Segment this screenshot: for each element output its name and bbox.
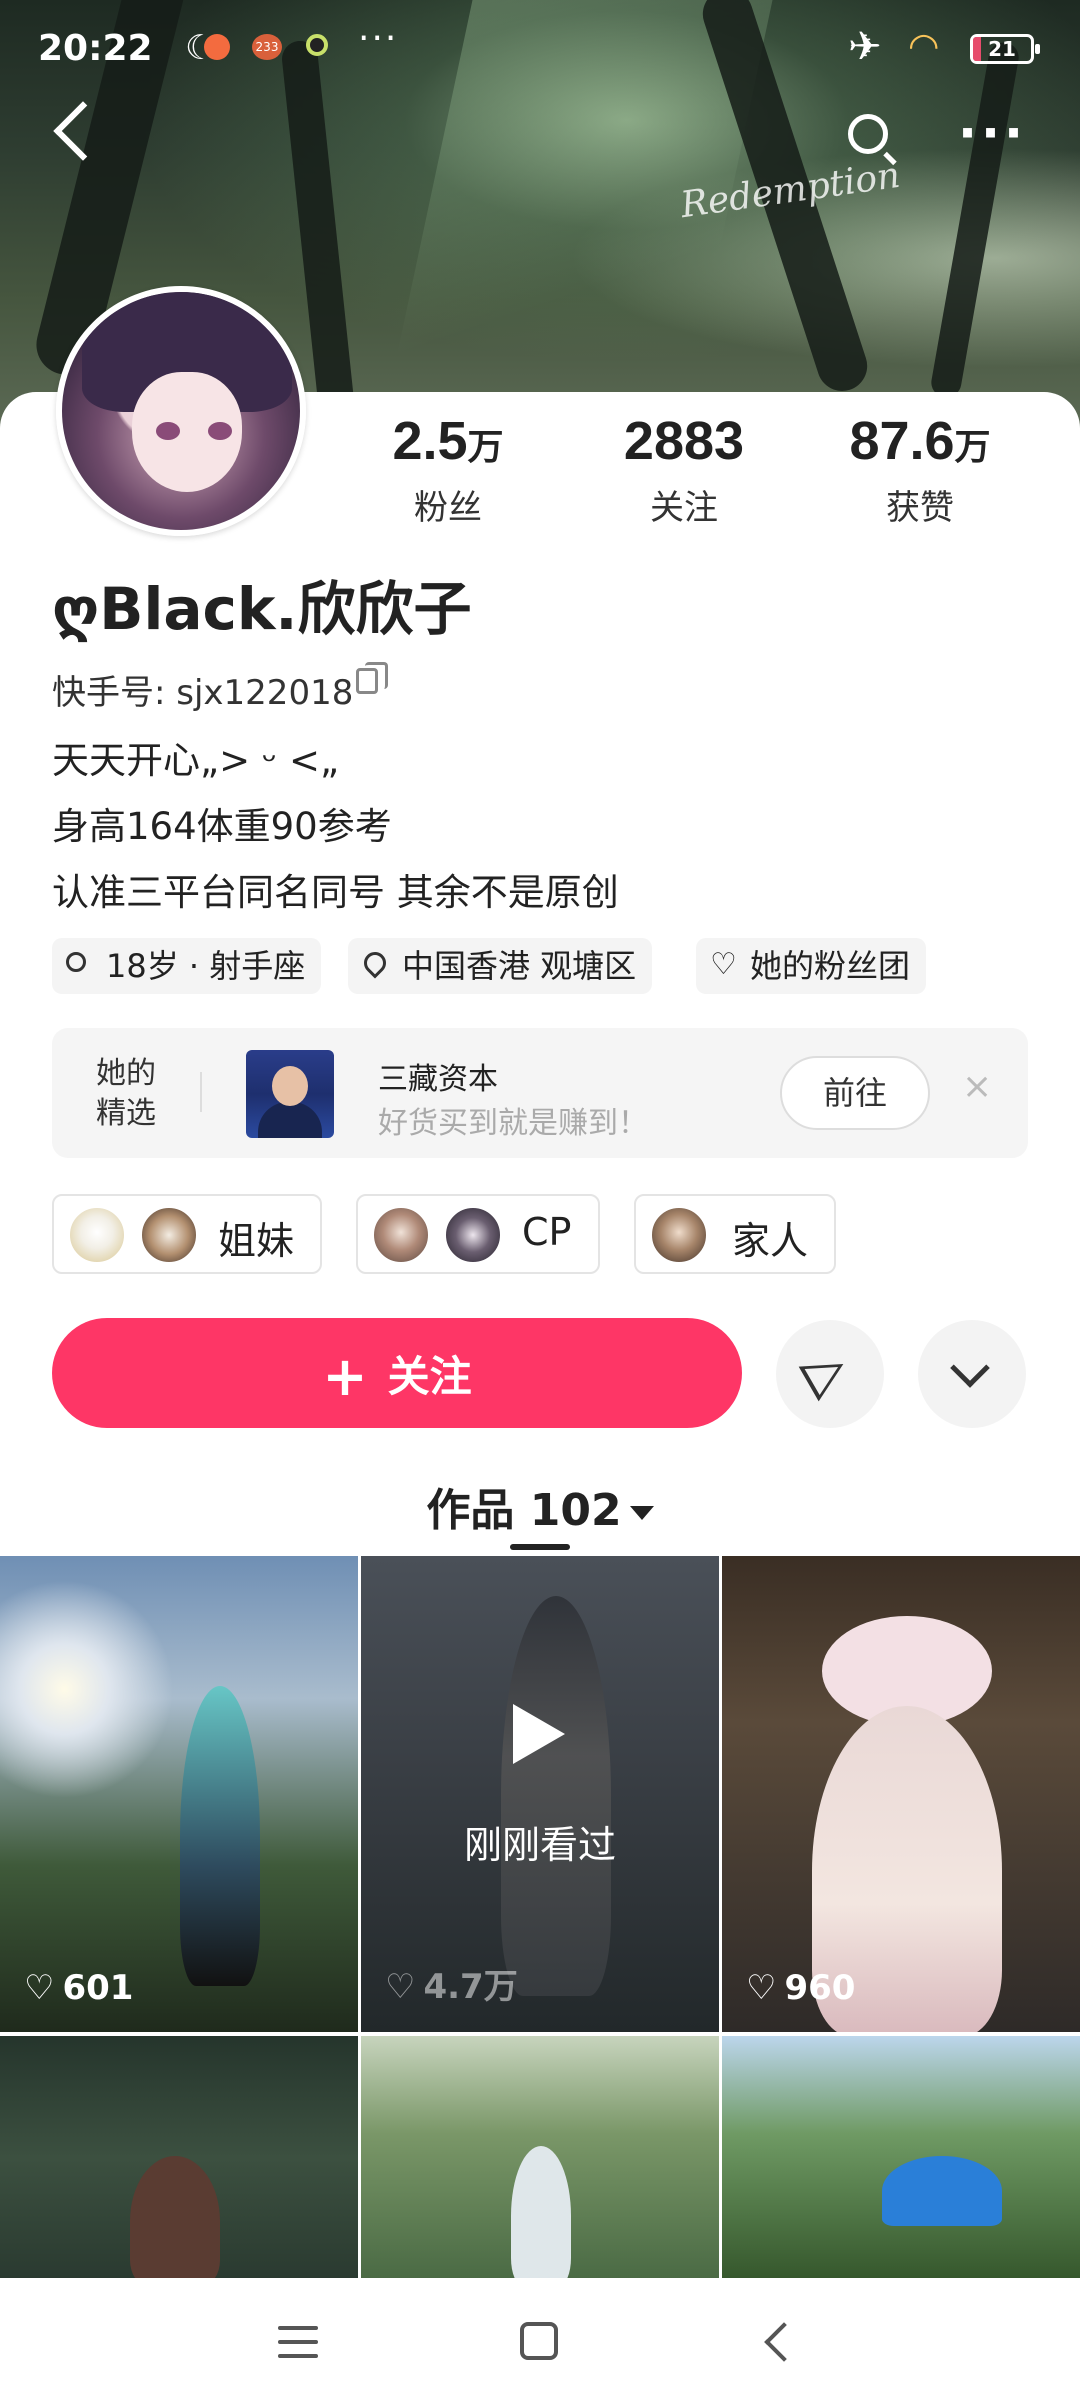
location-pin-icon [359,947,391,979]
video-likes: ♡ 960 [746,1968,855,2008]
group-avatar [140,1206,198,1264]
username: ღBlack.欣欣子 [52,575,472,643]
video-likes: ♡ 601 [24,1968,133,2008]
wifi-icon: ◠ [908,26,940,67]
status-time: 20:22 [38,28,153,69]
group-cp[interactable]: CP [356,1194,600,1274]
recently-watched-label: 刚刚看过 [463,1823,616,1867]
follow-button[interactable]: + 关注 [52,1318,742,1428]
thumbnail-figure [130,2156,220,2280]
avatar-eye [156,422,180,440]
thumbnail-body [258,1102,322,1138]
tag-fan-club-label: 她的粉丝团 [750,947,911,985]
stat-likes[interactable]: 87.6万 获赞 [820,410,1020,529]
group-avatar [444,1206,502,1264]
close-icon[interactable]: × [962,1066,992,1107]
thumbnail-figure [882,2156,1002,2226]
video-thumbnail[interactable]: 刚刚看过 ♡ 4.7万 [361,1556,719,2032]
video-thumbnail[interactable] [0,2036,358,2280]
group-avatar [650,1206,708,1264]
heart-icon: ♡ [385,1967,416,2007]
heart-hands-icon: ♡ [710,947,737,982]
bio-line: 天天开心„> ᵕ <„ [52,739,340,782]
follow-label: 关注 [387,1352,472,1401]
selection-subtitle: 好货买到就是赚到！ [378,1106,648,1141]
system-navigation-bar [0,2278,1080,2408]
status-bar: 20:22 ☾ 233 ··· ✈ ◠ 21 [0,0,1080,100]
caret-down-icon [629,1506,654,1520]
heart-icon: ♡ [24,1968,55,2008]
video-thumbnail[interactable]: ♡ 601 [0,1556,358,2032]
heart-icon: ♡ [746,1968,777,2008]
likes-count: 960 [784,1968,856,2008]
thumbnail-figure [511,2146,571,2280]
divider [200,1072,202,1112]
likes-count: 601 [62,1968,134,2008]
group-label: CP [522,1210,572,1254]
stat-following-value: 2883 [623,411,745,471]
likes-count: 4.7万 [423,1967,518,2007]
stat-following-label: 关注 [650,488,718,528]
group-sisters[interactable]: 姐妹 [52,1194,322,1274]
video-thumbnail[interactable] [361,2036,719,2280]
video-likes: ♡ 4.7万 [385,1959,518,2008]
video-thumbnail[interactable]: ♡ 960 [722,1556,1080,2032]
airplane-mode-icon: ✈ [848,24,882,70]
featured-selection-card[interactable]: 她的 精选 三藏资本 好货买到就是赚到！ 前往 × [52,1028,1028,1158]
green-dot-icon [306,34,328,56]
group-avatar [68,1206,126,1264]
group-avatar [372,1206,430,1264]
avatar[interactable] [56,286,306,536]
tag-location[interactable]: 中国香港 观塘区 [348,938,653,994]
tag-age: 18岁 · 射手座 [52,938,322,994]
stat-likes-value: 87.6万 [849,411,991,471]
share-button[interactable] [776,1320,884,1428]
search-icon[interactable] [848,114,888,154]
group-family[interactable]: 家人 [634,1194,836,1274]
more-notifications-icon: ··· [358,18,399,59]
app-notification-icon [204,34,230,60]
avatar-eye [208,422,232,440]
selection-label-line1: 她的 [96,1056,156,1091]
recent-apps-icon[interactable] [278,2326,318,2368]
system-back-icon[interactable] [764,2322,804,2362]
play-icon [513,1704,565,1764]
selection-title: 三藏资本 [378,1062,498,1097]
badge-notification-icon: 233 [252,34,282,60]
send-icon [798,1346,854,1402]
plus-icon: + [322,1345,368,1408]
home-icon[interactable] [520,2322,558,2360]
go-button[interactable]: 前往 [780,1056,930,1130]
tag-age-label: 18岁 · 射手座 [106,947,306,985]
more-options-icon[interactable]: ··· [958,104,1027,162]
selection-thumbnail [246,1050,334,1138]
works-tab-label: 作品 102 [426,1485,622,1536]
stat-fans-label: 粉丝 [414,488,482,528]
key-icon [66,952,86,972]
selection-label: 她的 精选 [96,1054,156,1134]
selection-label-line2: 精选 [96,1096,156,1131]
thumbnail-figure [501,1596,611,1996]
video-thumbnail[interactable] [722,2036,1080,2280]
kuaishou-id: 快手号: sjx122018 [52,673,354,713]
copy-icon[interactable] [356,662,388,694]
tab-indicator [510,1544,570,1550]
thumbnail-face [272,1066,308,1106]
stat-following[interactable]: 2883 关注 [584,410,784,529]
bio-line: 认准三平台同名同号 其余不是原创 [52,871,619,914]
thumbnail-figure [180,1686,260,1986]
group-label: 家人 [732,1219,809,1263]
stat-fans[interactable]: 2.5万 粉丝 [348,410,548,529]
chevron-down-icon [950,1348,990,1388]
stat-likes-label: 获赞 [886,488,954,528]
works-tab[interactable]: 作品 102 [0,1474,1080,1538]
bio-line: 身高164体重90参考 [52,805,392,848]
tag-fan-club[interactable]: ♡ 她的粉丝团 [696,938,927,994]
stat-fans-value: 2.5万 [392,411,504,471]
battery-icon: 21 [970,34,1040,64]
tag-location-label: 中国香港 观塘区 [402,947,637,985]
group-label: 姐妹 [218,1219,295,1263]
more-actions-button[interactable] [918,1320,1026,1428]
